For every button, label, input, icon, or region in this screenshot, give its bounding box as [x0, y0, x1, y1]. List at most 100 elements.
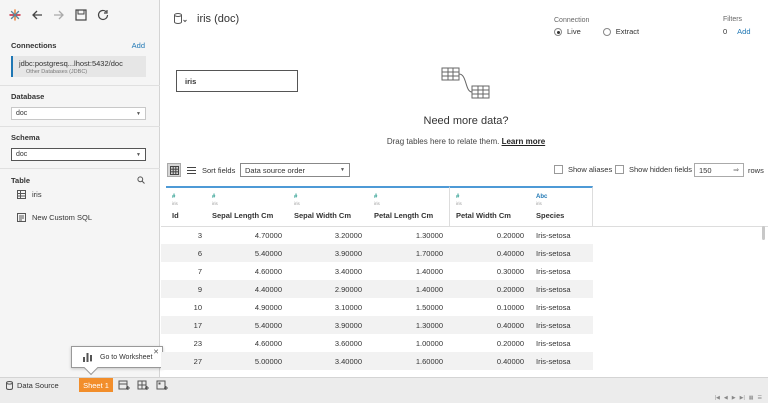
data-source-tab[interactable]: Data Source: [0, 378, 75, 392]
table-cell: 5.40000: [254, 249, 282, 258]
add-filter-link[interactable]: Add: [737, 27, 750, 36]
prev-sheet-icon[interactable]: ◀: [724, 395, 728, 401]
table-row: 23 4.60000 3.60000 1.00000 0.20000 Iris-setos…: [161, 334, 593, 352]
schema-heading: Schema: [11, 133, 40, 142]
live-radio[interactable]: Live: [554, 27, 581, 36]
table-row: 3 4.70000 3.20000 1.30000 0.20000 Iris-setosa: [161, 226, 593, 244]
table-cell: 23: [193, 339, 202, 348]
custom-sql-label: New Custom SQL: [32, 213, 93, 222]
table-cell: 17: [193, 321, 202, 330]
connection-type: Other Databases (JDBC): [26, 69, 88, 75]
table-cell: 0.10000: [496, 303, 524, 312]
schema-select[interactable]: doc ▼: [11, 148, 146, 161]
grid-view-button[interactable]: [167, 163, 181, 177]
number-type-icon[interactable]: #: [456, 194, 530, 200]
table-cell: 4.70000: [254, 231, 282, 240]
table-cell: 3.40000: [334, 357, 362, 366]
sheet-nav-arrows[interactable]: |◀ ◀ ▶ ▶| ▦ ☰: [715, 395, 762, 401]
table-cell: 0.40000: [496, 249, 524, 258]
table-cell: Iris-setosa: [536, 231, 571, 240]
back-arrow-icon[interactable]: [30, 8, 44, 22]
grid-toolbar: Sort fields Data source order ▼ Show ali…: [161, 162, 768, 180]
database-dropdown-icon: [174, 13, 187, 25]
sidebar-custom-sql[interactable]: New Custom SQL: [17, 213, 92, 222]
data-grid: # iris Id # iris Sepal Length Cm # iris …: [161, 186, 768, 377]
vertical-scrollbar[interactable]: [762, 226, 765, 240]
column-name: Petal Width Cm: [456, 211, 511, 220]
schema-value: doc: [16, 151, 28, 158]
sheet-tab[interactable]: Sheet 1: [79, 378, 113, 392]
sidebar-table-iris[interactable]: iris: [17, 190, 42, 199]
connection-string: jdbc:postgresq...lhost:5432/doc: [19, 59, 123, 68]
table-cell: 0.30000: [496, 267, 524, 276]
first-sheet-icon[interactable]: |◀: [715, 395, 720, 401]
table-row: 7 4.60000 3.40000 1.40000 0.30000 Iris-setosa: [161, 262, 593, 280]
table-cell: 4.40000: [254, 285, 282, 294]
need-more-text: Drag tables here to relate them.: [386, 137, 500, 146]
show-hidden-fields-checkbox[interactable]: Show hidden fields: [615, 165, 692, 174]
relate-tables-icon: [441, 67, 490, 99]
main-canvas: iris (doc) Connection Live Extract Filte…: [161, 0, 768, 377]
database-select[interactable]: doc ▼: [11, 107, 146, 120]
column-header-sepal-width[interactable]: # iris Sepal Width Cm: [288, 186, 369, 226]
table-cell: Iris-setosa: [536, 357, 571, 366]
rows-value: 150: [699, 165, 712, 175]
show-aliases-checkbox[interactable]: Show aliases: [554, 165, 612, 174]
table-cell: 1.70000: [415, 249, 443, 258]
tableau-logo-icon[interactable]: [8, 8, 22, 22]
filters-count: 0: [723, 27, 728, 36]
checkbox-icon: [615, 165, 624, 174]
column-header-sepal-length[interactable]: # iris Sepal Length Cm: [206, 186, 289, 226]
sort-fields-select[interactable]: Data source order ▼: [240, 163, 350, 177]
list-view-icon[interactable]: ☰: [758, 395, 762, 401]
database-value: doc: [16, 110, 28, 117]
learn-more-link[interactable]: Learn more: [502, 137, 546, 146]
table-cell: 0.20000: [496, 339, 524, 348]
grid-view-icon[interactable]: ▦: [749, 395, 754, 401]
new-worksheet-icon[interactable]: [118, 379, 130, 391]
new-dashboard-icon[interactable]: [137, 379, 149, 391]
save-icon[interactable]: [74, 8, 88, 22]
table-cell: 1.00000: [415, 339, 443, 348]
next-sheet-icon[interactable]: ▶: [732, 395, 736, 401]
filters-heading: Filters: [723, 16, 743, 23]
table-cell: Iris-setosa: [536, 267, 571, 276]
live-label: Live: [567, 27, 581, 36]
column-name: Sepal Length Cm: [212, 211, 274, 220]
add-connection-link[interactable]: Add: [132, 41, 145, 50]
table-cell: 5.00000: [254, 357, 282, 366]
number-type-icon[interactable]: #: [374, 194, 449, 200]
connection-item[interactable]: jdbc:postgresq...lhost:5432/doc Other Da…: [11, 56, 146, 77]
number-type-icon[interactable]: #: [294, 194, 368, 200]
list-view-button[interactable]: [184, 163, 198, 177]
extract-radio[interactable]: Extract: [602, 27, 639, 36]
go-to-worksheet-tooltip[interactable]: Go to Worksheet ✕: [71, 346, 163, 376]
left-panel: Connections Add jdbc:postgresq...lhost:5…: [0, 0, 160, 377]
table-row: 10 4.90000 3.10000 1.50000 0.10000 Iris-setos…: [161, 298, 593, 316]
radio-unselected-icon: [602, 27, 611, 36]
table-cell: 3: [197, 231, 202, 240]
table-cell: 1.60000: [415, 357, 443, 366]
list-icon: [186, 166, 196, 174]
new-story-icon[interactable]: [156, 379, 168, 391]
column-source: iris: [456, 201, 462, 206]
column-header-petal-length[interactable]: # iris Petal Length Cm: [368, 186, 450, 226]
string-type-icon[interactable]: Abc: [536, 194, 592, 200]
table-cell: 1.40000: [415, 285, 443, 294]
close-icon[interactable]: ✕: [153, 348, 159, 356]
refresh-icon[interactable]: [96, 8, 110, 22]
column-header-species[interactable]: Abc iris Species: [530, 186, 593, 226]
forward-arrow-icon[interactable]: [52, 8, 66, 22]
tooltip-label: Go to Worksheet: [100, 353, 153, 361]
divider: [0, 126, 160, 127]
table-cell: 27: [193, 357, 202, 366]
data-source-title[interactable]: iris (doc): [173, 12, 239, 26]
column-header-petal-width[interactable]: # iris Petal Width Cm: [450, 186, 531, 226]
arrow-right-icon[interactable]: ⇒: [733, 166, 739, 174]
last-sheet-icon[interactable]: ▶|: [740, 395, 745, 401]
search-icon[interactable]: [137, 176, 145, 184]
number-type-icon[interactable]: #: [212, 194, 288, 200]
rows-input[interactable]: 150 ⇒: [694, 163, 744, 177]
canvas-table-iris[interactable]: iris: [176, 70, 298, 92]
table-cell: 4.60000: [254, 267, 282, 276]
